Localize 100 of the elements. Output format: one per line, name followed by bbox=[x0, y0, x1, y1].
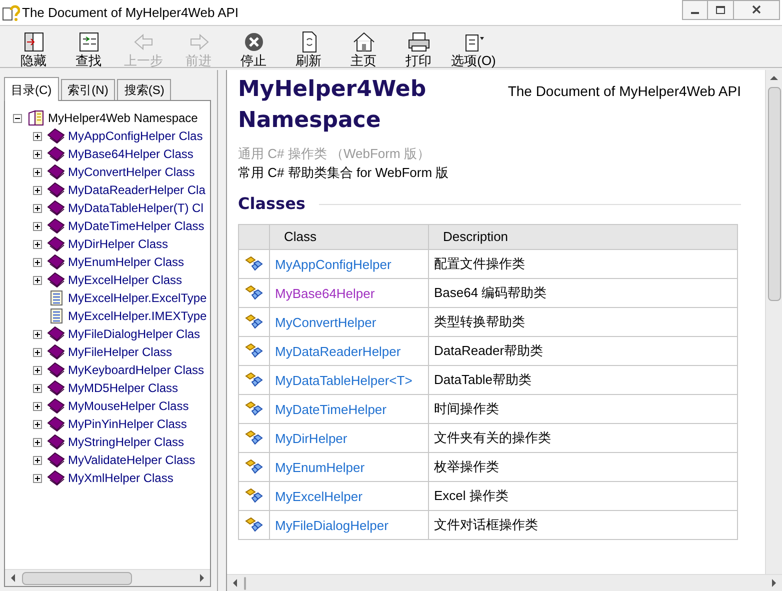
class-icon bbox=[245, 372, 263, 388]
tree-item[interactable]: MyExcelHelper Class bbox=[67, 271, 184, 289]
tree-item[interactable]: MyAppConfigHelper Clas bbox=[67, 127, 204, 145]
table-cell: 文件夹有关的操作类 bbox=[434, 430, 551, 445]
book-icon bbox=[47, 236, 65, 252]
class-icon bbox=[245, 459, 263, 475]
table-cell: Excel 操作类 bbox=[434, 488, 508, 503]
expand-toggle[interactable] bbox=[33, 222, 42, 230]
tree-item[interactable]: MyXmlHelper Class bbox=[67, 469, 174, 487]
class-icon bbox=[245, 488, 263, 504]
tree-item[interactable]: MyStringHelper Class bbox=[67, 433, 186, 451]
toolbar-button[interactable]: 选项(O) bbox=[446, 31, 501, 68]
book-icon bbox=[47, 218, 65, 234]
table-cell: 类型转换帮助类 bbox=[434, 314, 525, 329]
expand-toggle[interactable] bbox=[33, 456, 42, 464]
tree-item[interactable]: MyMD5Helper Class bbox=[67, 379, 180, 397]
book-icon bbox=[47, 326, 65, 342]
table-cell: 文件对话框操作类 bbox=[434, 517, 538, 532]
expand-toggle[interactable] bbox=[33, 420, 42, 428]
tree-item[interactable]: MyHelper4Web Namespace bbox=[47, 109, 199, 127]
expand-toggle[interactable] bbox=[33, 240, 42, 248]
tree-item[interactable]: MyExcelHelper.IMEXType bbox=[67, 307, 208, 325]
horizontal-scrollbar[interactable] bbox=[5, 569, 210, 586]
book-icon bbox=[47, 362, 65, 378]
tree-item[interactable]: MyMouseHelper Class bbox=[67, 397, 190, 415]
table-cell: 枚举操作类 bbox=[434, 459, 499, 474]
expand-toggle[interactable] bbox=[33, 168, 42, 176]
section-heading: Classes bbox=[238, 193, 306, 215]
maximize-button[interactable] bbox=[708, 0, 734, 20]
book-icon bbox=[27, 110, 45, 126]
table-cell: DataReader帮助类 bbox=[434, 343, 544, 358]
printer-icon bbox=[406, 31, 430, 53]
page-header: The Document of MyHelper4Web API bbox=[506, 82, 741, 101]
class-icon bbox=[245, 285, 263, 301]
toolbar-button[interactable]: 隐藏 bbox=[6, 31, 61, 68]
pane-icon bbox=[76, 31, 100, 53]
book-icon bbox=[47, 164, 65, 180]
tab[interactable]: 搜索(S) bbox=[117, 79, 172, 100]
expand-toggle[interactable] bbox=[33, 438, 42, 446]
book-icon bbox=[47, 254, 65, 270]
home-icon bbox=[352, 31, 376, 53]
book-icon bbox=[47, 452, 65, 468]
expand-toggle[interactable] bbox=[33, 186, 42, 194]
toolbar-button[interactable]: 打印 bbox=[391, 31, 446, 68]
horizontal-scrollbar[interactable] bbox=[227, 574, 782, 591]
tree-item[interactable]: MyDataReaderHelper Cla bbox=[67, 181, 206, 199]
close-button[interactable] bbox=[734, 0, 780, 20]
class-icon bbox=[245, 314, 263, 330]
expand-toggle[interactable] bbox=[33, 150, 42, 158]
tree-item[interactable]: MyDateTimeHelper Class bbox=[67, 217, 206, 235]
class-icon bbox=[245, 343, 263, 359]
book-icon bbox=[47, 380, 65, 396]
expand-toggle[interactable] bbox=[33, 330, 42, 338]
expand-toggle[interactable] bbox=[33, 348, 42, 356]
window-title: The Document of MyHelper4Web API bbox=[22, 4, 239, 22]
tree-item[interactable]: MyValidateHelper Class bbox=[67, 451, 196, 469]
tab[interactable]: 索引(N) bbox=[60, 79, 116, 100]
maximize-icon bbox=[716, 6, 725, 14]
class-icon bbox=[245, 517, 263, 533]
tree-item[interactable]: MyDataTableHelper(T) Cl bbox=[67, 199, 204, 217]
class-icon bbox=[245, 430, 263, 446]
tree-item[interactable]: MyConvertHelper Class bbox=[67, 163, 196, 181]
expand-toggle[interactable] bbox=[33, 258, 42, 266]
tab[interactable]: 目录(C) bbox=[4, 77, 59, 101]
tree-item[interactable]: MyDirHelper Class bbox=[67, 235, 170, 253]
tree-item[interactable]: MyBase64Helper Class bbox=[67, 145, 194, 163]
expand-toggle[interactable] bbox=[33, 402, 42, 410]
toolbar-button[interactable]: 查找 bbox=[61, 31, 116, 68]
book-icon bbox=[47, 398, 65, 414]
tree-item[interactable]: MyEnumHelper Class bbox=[67, 253, 186, 271]
minimize-button[interactable] bbox=[682, 0, 708, 20]
book-icon bbox=[47, 146, 65, 162]
summary-line: 通用 C# 操作类 （WebForm 版） bbox=[238, 145, 431, 163]
expand-toggle[interactable] bbox=[33, 366, 42, 374]
book-icon bbox=[47, 182, 65, 198]
tree-item[interactable]: MyPinYinHelper Class bbox=[67, 415, 188, 433]
class-icon bbox=[245, 401, 263, 417]
table-header: Class bbox=[270, 224, 428, 250]
book-icon bbox=[47, 344, 65, 360]
arrow-left-icon bbox=[132, 31, 156, 53]
table-cell: DataTable帮助类 bbox=[434, 372, 532, 387]
toolbar-button[interactable]: 主页 bbox=[336, 31, 391, 68]
expand-toggle[interactable] bbox=[33, 384, 42, 392]
table-cell: 时间操作类 bbox=[434, 401, 499, 416]
expand-toggle[interactable] bbox=[33, 204, 42, 212]
expand-toggle[interactable] bbox=[33, 132, 42, 140]
tree-item[interactable]: MyKeyboardHelper Class bbox=[67, 361, 206, 379]
expand-toggle[interactable] bbox=[33, 474, 42, 482]
toolbar-button[interactable]: 刷新 bbox=[281, 31, 336, 68]
collapse-toggle[interactable] bbox=[13, 114, 22, 122]
tree-item[interactable]: MyFileHelper Class bbox=[67, 343, 174, 361]
class-icon bbox=[245, 256, 263, 272]
tree-item[interactable]: MyExcelHelper.ExcelType bbox=[67, 289, 208, 307]
book-icon bbox=[47, 416, 65, 432]
table-cell: 配置文件操作类 bbox=[434, 256, 525, 271]
expand-toggle[interactable] bbox=[33, 276, 42, 284]
tree-item[interactable]: MyFileDialogHelper Clas bbox=[67, 325, 202, 343]
book-icon bbox=[47, 272, 65, 288]
vertical-scrollbar[interactable] bbox=[765, 70, 782, 574]
toolbar-button[interactable]: 停止 bbox=[226, 31, 281, 68]
